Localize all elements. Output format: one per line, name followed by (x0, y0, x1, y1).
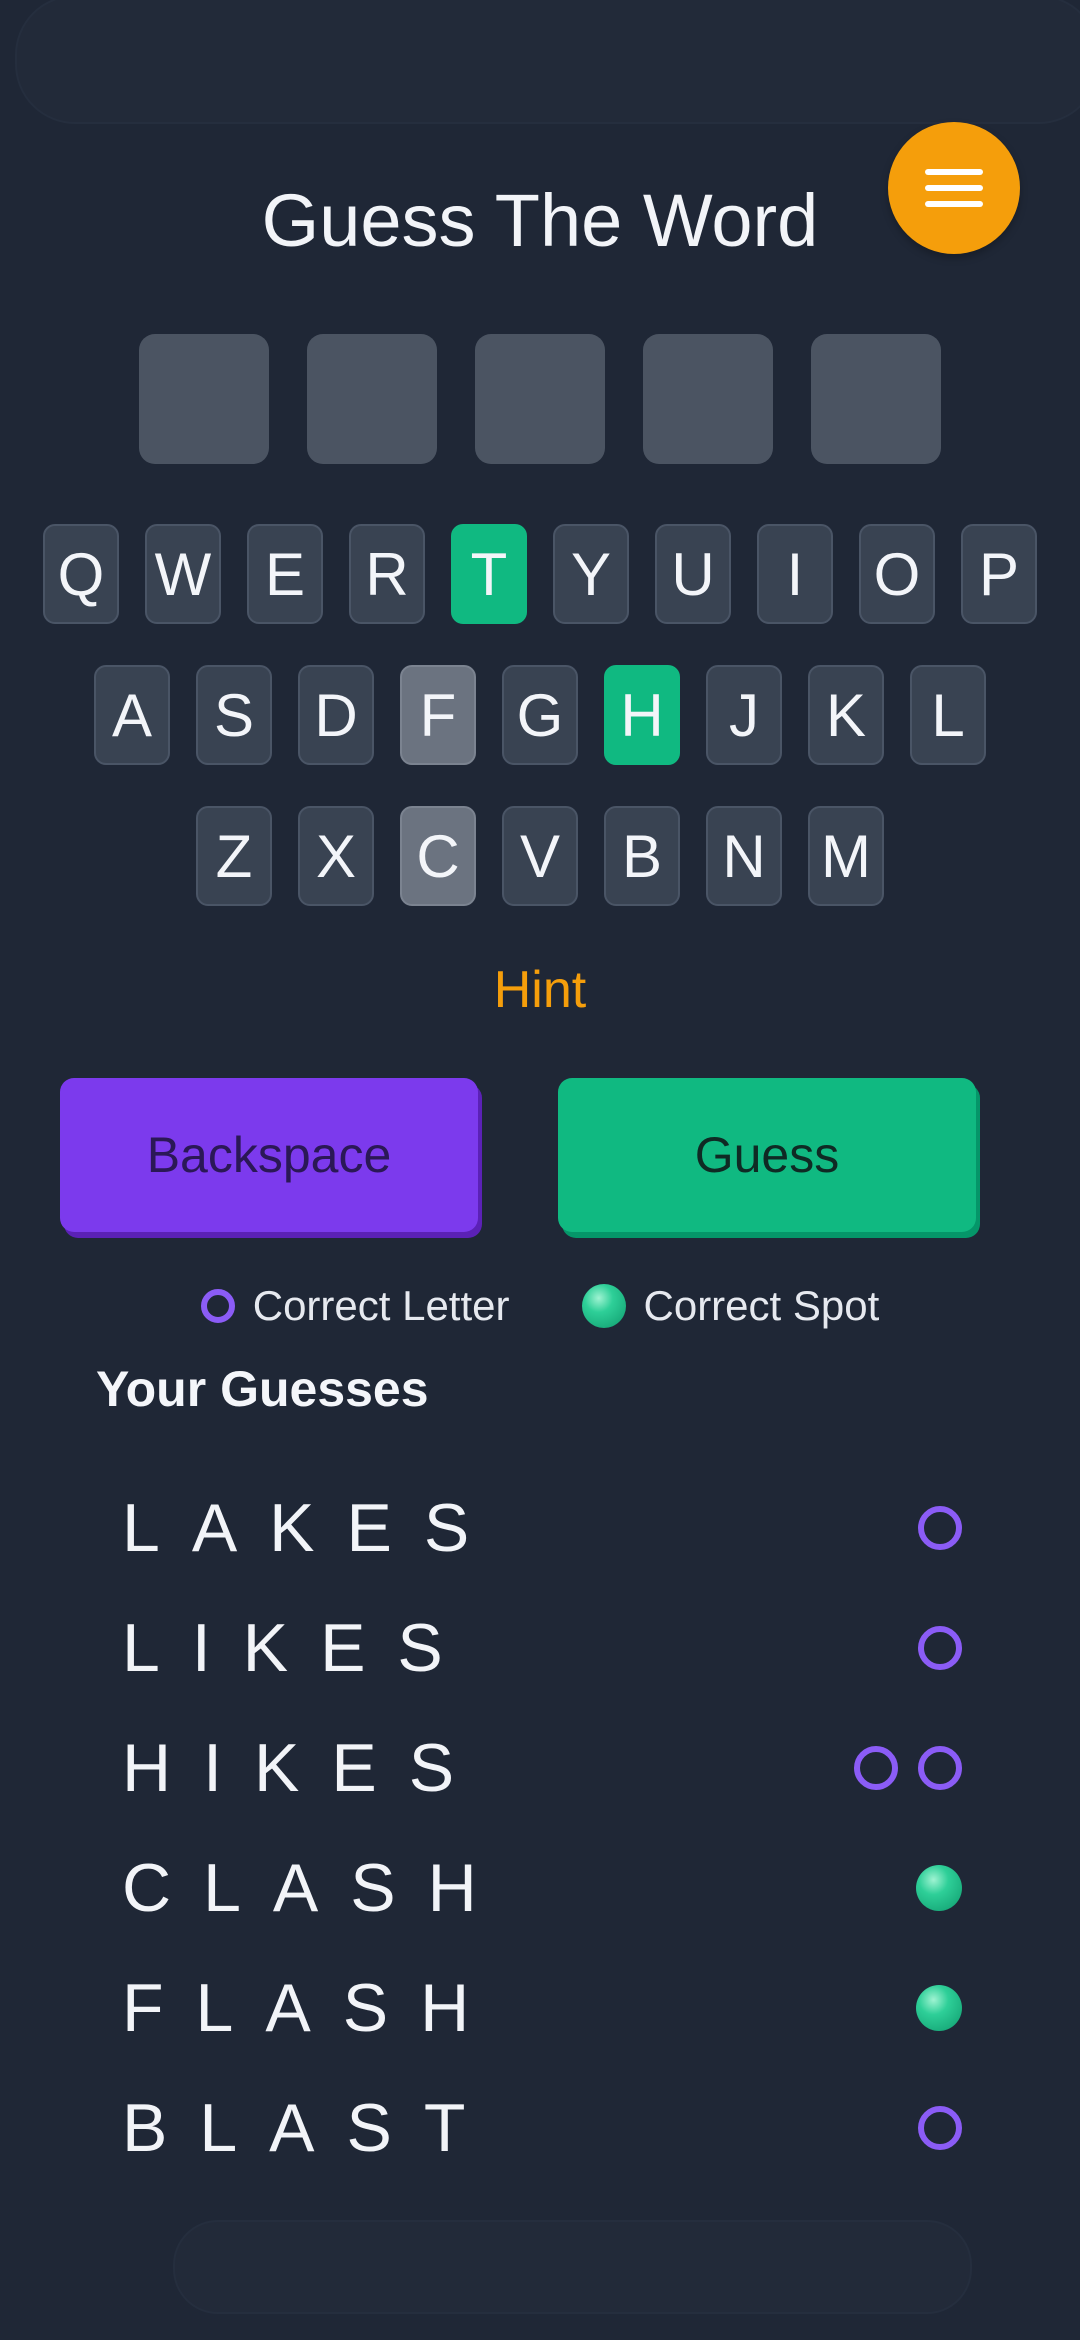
key-s[interactable]: S (196, 665, 272, 765)
letter-slot (307, 334, 437, 464)
key-v[interactable]: V (502, 806, 578, 906)
key-h[interactable]: H (604, 665, 680, 765)
letter-slot (475, 334, 605, 464)
key-y[interactable]: Y (553, 524, 629, 624)
guess-markers (916, 1865, 962, 1911)
correct-spot-dot-icon (916, 1865, 962, 1911)
guess-word: HIKES (122, 1730, 487, 1806)
guess-word: BLAST (122, 2090, 498, 2166)
key-t[interactable]: T (451, 524, 527, 624)
guess-word: CLASH (122, 1850, 509, 1926)
key-z[interactable]: Z (196, 806, 272, 906)
answer-slots (139, 334, 941, 464)
key-k[interactable]: K (808, 665, 884, 765)
key-c[interactable]: C (400, 806, 476, 906)
guess-markers (918, 1506, 962, 1550)
key-i[interactable]: I (757, 524, 833, 624)
ring-icon (200, 1289, 235, 1323)
guess-row: CLASH (122, 1843, 962, 1933)
guess-word: LIKES (122, 1610, 475, 1686)
page-title: Guess The Word (261, 179, 819, 262)
correct-letter-ring-icon (918, 2106, 962, 2150)
keyboard-row-2: A S D F G H J K L (0, 665, 1080, 765)
guess-markers (918, 1626, 962, 1670)
dot-icon (581, 1284, 626, 1328)
correct-letter-ring-icon (854, 1746, 898, 1790)
guess-markers (918, 2106, 962, 2150)
key-w[interactable]: W (145, 524, 221, 624)
letter-slot (643, 334, 773, 464)
guess-row: FLASH (122, 1963, 962, 2053)
correct-letter-ring-icon (918, 1626, 962, 1670)
guess-row: LAKES (122, 1483, 962, 1573)
key-b[interactable]: B (604, 806, 680, 906)
guess-markers (916, 1985, 962, 2031)
legend-correct-spot: Correct Spot (581, 1282, 880, 1330)
guess-markers (854, 1746, 962, 1790)
key-x[interactable]: X (298, 806, 374, 906)
keyboard-row-1: Q W E R T Y U I O P (0, 524, 1080, 624)
guess-row: HIKES (122, 1723, 962, 1813)
letter-slot (811, 334, 941, 464)
legend-correct-letter: Correct Letter (200, 1282, 510, 1330)
bottom-decoration (173, 2220, 972, 2314)
key-r[interactable]: R (349, 524, 425, 624)
legend-correct-letter-label: Correct Letter (252, 1282, 510, 1329)
backspace-button[interactable]: Backspace (60, 1078, 478, 1232)
key-p[interactable]: P (961, 524, 1037, 624)
key-f[interactable]: F (400, 665, 476, 765)
guess-row: BLAST (122, 2083, 962, 2173)
key-n[interactable]: N (706, 806, 782, 906)
key-a[interactable]: A (94, 665, 170, 765)
legend-correct-spot-label: Correct Spot (643, 1282, 880, 1329)
hint-link[interactable]: Hint (0, 960, 1080, 1020)
key-m[interactable]: M (808, 806, 884, 906)
letter-slot (139, 334, 269, 464)
key-u[interactable]: U (655, 524, 731, 624)
key-g[interactable]: G (502, 665, 578, 765)
key-o[interactable]: O (859, 524, 935, 624)
correct-letter-ring-icon (918, 1746, 962, 1790)
guess-word: FLASH (122, 1970, 502, 2046)
key-q[interactable]: Q (43, 524, 119, 624)
guesses-title: Your Guesses (96, 1361, 429, 1417)
guess-button[interactable]: Guess (558, 1078, 976, 1232)
keyboard-row-3: Z X C V B N M (0, 806, 1080, 906)
legend: Correct Letter Correct Spot (0, 1282, 1080, 1330)
key-e[interactable]: E (247, 524, 323, 624)
top-decoration (15, 0, 1080, 124)
key-d[interactable]: D (298, 665, 374, 765)
key-j[interactable]: J (706, 665, 782, 765)
correct-spot-dot-icon (916, 1985, 962, 2031)
guess-word: LAKES (122, 1490, 502, 1566)
key-l[interactable]: L (910, 665, 986, 765)
correct-letter-ring-icon (918, 1506, 962, 1550)
guess-row: LIKES (122, 1603, 962, 1693)
